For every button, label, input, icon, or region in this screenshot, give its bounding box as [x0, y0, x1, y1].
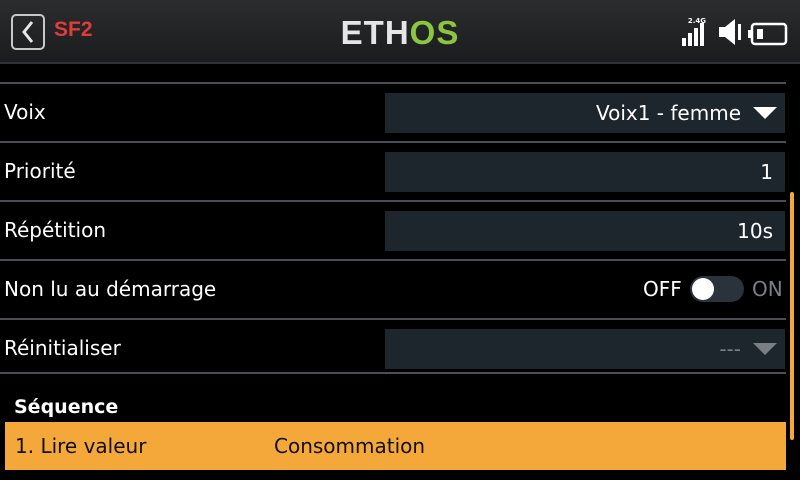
repeat-label: Répétition [4, 218, 107, 242]
toggle-off-label: OFF [643, 277, 682, 301]
row-priority: Priorité 1 [0, 141, 786, 200]
skip-on-startup-toggle[interactable] [690, 276, 744, 302]
dropdown-arrow-icon [753, 107, 777, 119]
priority-field[interactable]: 1 [385, 152, 785, 192]
reset-value: --- [719, 337, 741, 361]
sequence-item-value: Consommation [274, 434, 426, 458]
row-voice: Voix Voix1 - femme [0, 82, 786, 141]
sequence-heading: Séquence [14, 396, 119, 418]
voice-dropdown[interactable]: Voix1 - femme [385, 93, 785, 133]
status-icons: 2.4G [682, 16, 788, 46]
toggle-on-label: ON [752, 277, 783, 301]
top-bar: SF2 ETHOS 2.4G [0, 0, 800, 62]
rf-signal-icon: 2.4G [682, 16, 712, 46]
speaker-icon [719, 19, 741, 45]
scrollbar[interactable] [790, 192, 794, 440]
row-skip-on-startup: Non lu au démarrage OFF ON [0, 259, 786, 318]
row-reset: Réinitialiser --- [0, 318, 786, 377]
priority-value: 1 [760, 160, 773, 184]
voice-value: Voix1 - femme [595, 101, 741, 125]
repeat-value: 10s [737, 219, 773, 243]
skip-on-startup-label: Non lu au démarrage [4, 277, 217, 301]
reset-dropdown[interactable]: --- [385, 329, 785, 369]
settings-list: Voix Voix1 - femme Priorité 1 Répétition… [0, 82, 786, 377]
reset-label: Réinitialiser [4, 336, 121, 360]
battery-icon [748, 22, 788, 46]
dropdown-arrow-icon [753, 343, 777, 355]
row-repeat: Répétition 10s [0, 200, 786, 259]
voice-label: Voix [4, 100, 46, 124]
ethos-logo: ETHOS [340, 14, 460, 51]
list-divider [0, 372, 786, 374]
sequence-item-action: 1. Lire valeur [15, 434, 147, 458]
header-divider [0, 62, 800, 64]
priority-label: Priorité [4, 159, 76, 183]
toggle-knob [692, 278, 714, 300]
sequence-item[interactable]: 1. Lire valeur Consommation [5, 422, 786, 470]
repeat-field[interactable]: 10s [385, 211, 785, 251]
